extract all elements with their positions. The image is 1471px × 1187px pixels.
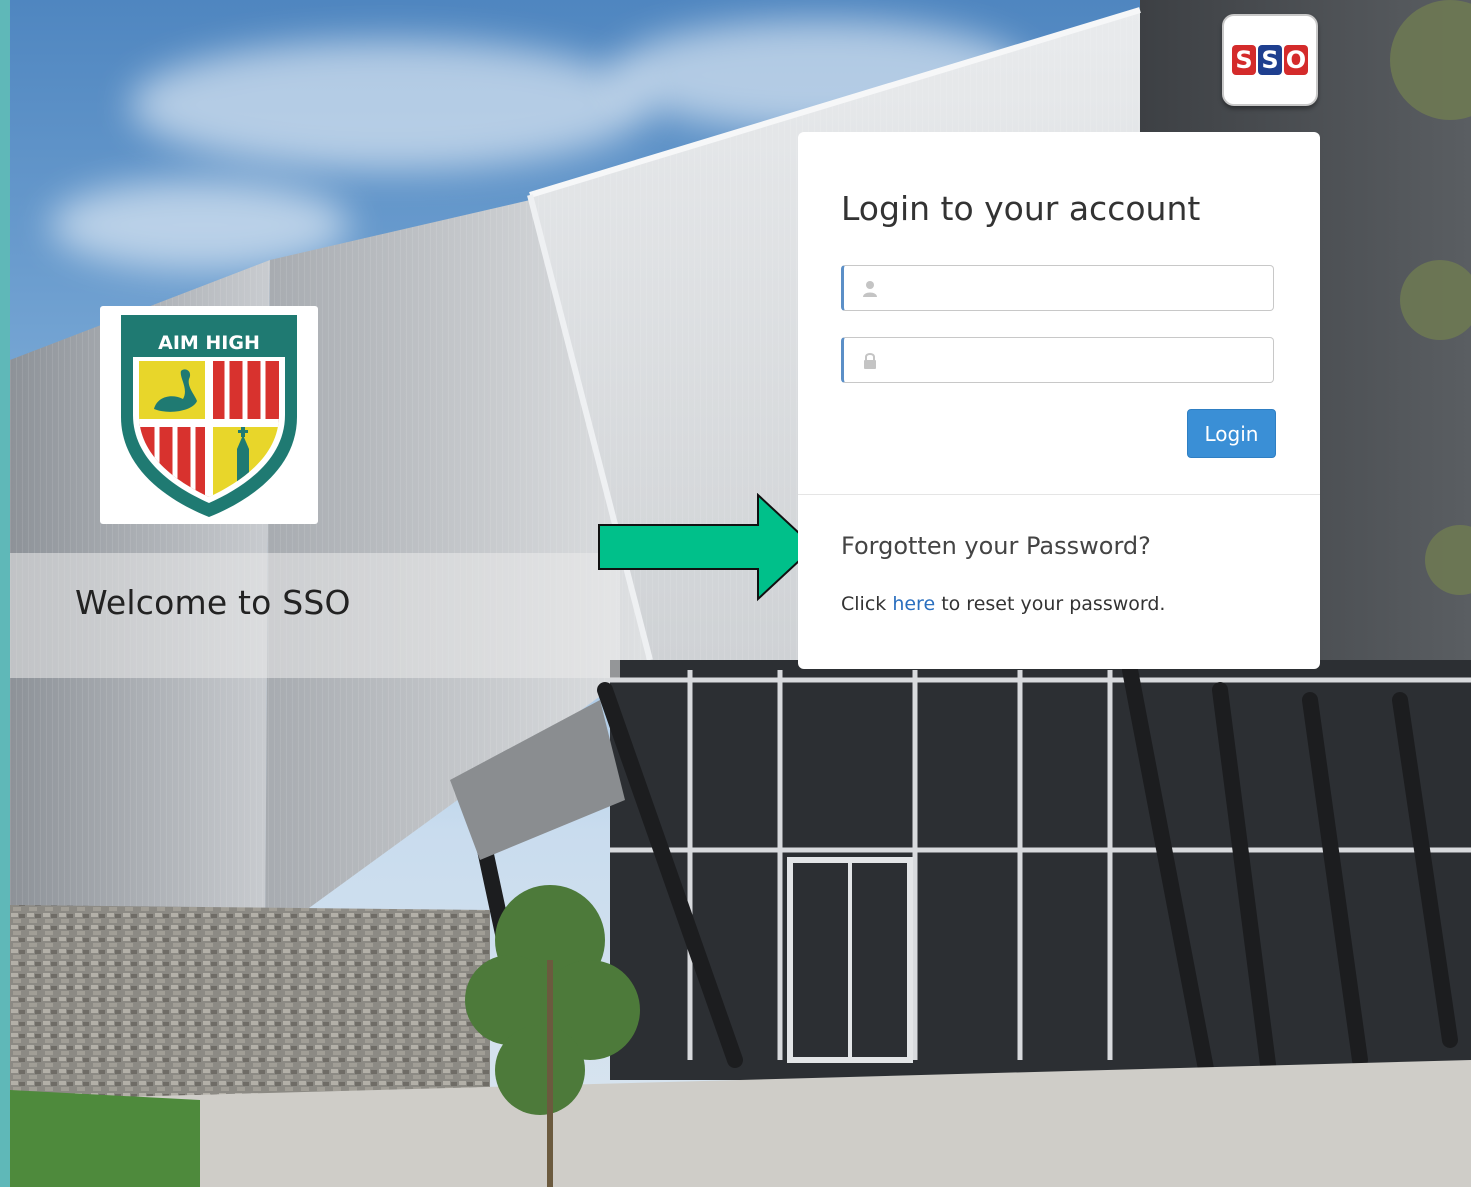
school-logo: AIM HIGH: [100, 306, 318, 524]
forgot-password-title: Forgotten your Password?: [841, 532, 1151, 560]
right-arrow-icon: [598, 493, 816, 602]
reset-suffix: to reset your password.: [935, 593, 1166, 615]
welcome-text: Welcome to SSO: [75, 583, 351, 622]
login-title: Login to your account: [841, 189, 1201, 228]
login-button[interactable]: Login: [1187, 409, 1276, 458]
username-input[interactable]: [888, 266, 1272, 312]
password-field[interactable]: [841, 337, 1274, 384]
password-input[interactable]: [888, 338, 1272, 384]
username-field[interactable]: [841, 265, 1274, 312]
login-panel: Login to your account Login Forgotten yo…: [798, 132, 1320, 669]
lock-icon: [864, 353, 876, 369]
reset-prefix: Click: [841, 593, 893, 615]
reset-password-link[interactable]: here: [892, 593, 935, 615]
badge-letter: O: [1284, 45, 1308, 75]
user-icon: [863, 281, 877, 297]
badge-letter: S: [1258, 45, 1282, 75]
logo-motto: AIM HIGH: [158, 332, 260, 354]
panel-divider: [798, 494, 1320, 495]
badge-letter: S: [1232, 45, 1256, 75]
sso-badge: S S O: [1222, 14, 1318, 106]
shield-crest-icon: AIM HIGH: [121, 315, 297, 517]
page-background: Welcome to SSO AIM HIGH S S O Login to y…: [10, 0, 1471, 1187]
reset-password-text: Click here to reset your password.: [841, 593, 1165, 615]
